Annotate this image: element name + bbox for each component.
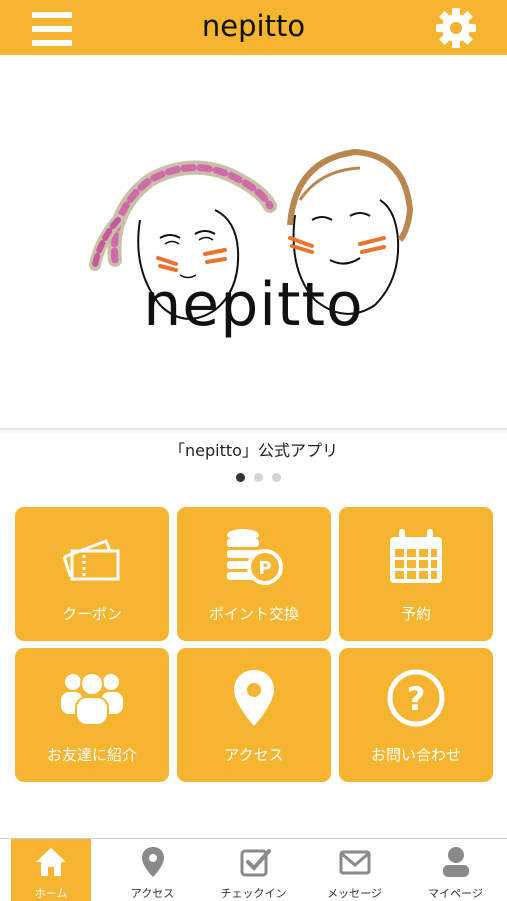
carousel-dot[interactable] bbox=[236, 473, 245, 482]
tile-label: お問い合わせ bbox=[370, 746, 461, 764]
header-bar: nepitto bbox=[0, 0, 507, 55]
carousel-dot[interactable] bbox=[272, 473, 281, 482]
hero-banner[interactable]: nepitto bbox=[0, 55, 507, 430]
bottom-tab-bar: ホーム アクセス チェックイン メッセージ マイページ bbox=[0, 838, 507, 901]
svg-text:P: P bbox=[258, 558, 271, 579]
refer-friend-tile[interactable]: お友達に紹介 bbox=[15, 648, 169, 782]
tile-label: 予約 bbox=[400, 605, 431, 623]
access-tile[interactable]: アクセス bbox=[177, 648, 331, 782]
map-pin-icon bbox=[234, 670, 274, 726]
tab-home[interactable]: ホーム bbox=[11, 839, 91, 901]
tab-message[interactable]: メッセージ bbox=[304, 839, 405, 901]
tab-mypage[interactable]: マイページ bbox=[405, 839, 506, 901]
app-title: nepitto bbox=[201, 9, 306, 43]
reservation-tile[interactable]: 予約 bbox=[339, 507, 493, 641]
brand-logo-text: nepitto bbox=[143, 270, 364, 340]
tab-access[interactable]: アクセス bbox=[102, 839, 203, 901]
carousel-dot[interactable] bbox=[254, 473, 263, 482]
question-icon: ? bbox=[387, 669, 445, 727]
tab-label: メッセージ bbox=[327, 887, 382, 900]
tile-label: お友達に紹介 bbox=[46, 746, 137, 764]
tab-checkin[interactable]: チェックイン bbox=[203, 839, 304, 901]
gear-icon[interactable] bbox=[434, 6, 478, 50]
tab-label: ホーム bbox=[34, 887, 68, 900]
map-pin-icon bbox=[142, 847, 164, 877]
hero-caption: 「nepitto」公式アプリ bbox=[169, 441, 338, 460]
home-icon bbox=[36, 848, 66, 876]
calendar-icon bbox=[390, 529, 442, 583]
tab-label: アクセス bbox=[130, 887, 175, 900]
hero-divider bbox=[0, 428, 507, 434]
tile-label: ポイント交換 bbox=[208, 605, 299, 623]
tile-label: アクセス bbox=[224, 746, 284, 764]
people-icon bbox=[61, 672, 123, 726]
contact-tile[interactable]: ? お問い合わせ bbox=[339, 648, 493, 782]
tile-label: クーポン bbox=[61, 605, 122, 623]
point-exchange-tile[interactable]: P ポイント交換 bbox=[177, 507, 331, 641]
ticket-icon bbox=[62, 539, 120, 581]
tab-label: マイページ bbox=[428, 887, 483, 900]
svg-text:?: ? bbox=[407, 680, 426, 718]
checkin-icon bbox=[240, 849, 271, 877]
character-illustration bbox=[89, 148, 414, 320]
user-icon bbox=[443, 847, 469, 877]
coupon-tile[interactable]: クーポン bbox=[15, 507, 169, 641]
mail-icon bbox=[339, 850, 371, 875]
tab-label: チェックイン bbox=[220, 887, 287, 900]
coin-point-icon: P bbox=[227, 529, 283, 585]
